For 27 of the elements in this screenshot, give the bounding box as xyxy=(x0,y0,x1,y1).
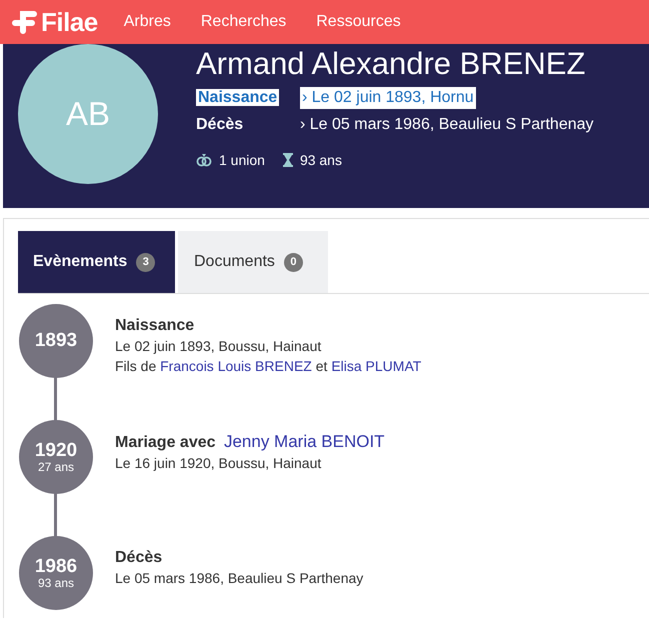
rings-icon xyxy=(196,153,212,167)
event-title: Naissance xyxy=(115,316,196,336)
hourglass-icon xyxy=(282,153,293,167)
fact-value: › Le 02 juin 1893, Hornu xyxy=(300,87,476,109)
count-badge: 0 xyxy=(284,252,303,272)
tab[interactable]: Documents 0 xyxy=(178,231,328,293)
person-link[interactable]: Francois Louis BRENEZ xyxy=(160,358,312,374)
count-badge: 3 xyxy=(136,252,156,272)
person-name: Armand Alexandre BRENEZ xyxy=(196,46,586,82)
person-link[interactable]: Elisa PLUMAT xyxy=(331,358,422,374)
event-detail: Le 16 juin 1920, Boussu, Hainaut xyxy=(115,454,322,473)
event-detail: Le 05 mars 1986, Beaulieu S Parthenay xyxy=(115,569,364,588)
fact-label: Décès xyxy=(196,116,244,133)
stat-text: 93 ans xyxy=(300,152,342,168)
year-circle: 1920 27 ans xyxy=(19,420,93,494)
fact-label: Naissance xyxy=(196,89,280,106)
event-detail: Fils de Francois Louis BRENEZ et Elisa PLUMAT xyxy=(115,357,422,376)
fact-value: › Le 05 mars 1986, Beaulieu S Parthenay xyxy=(300,115,594,135)
event-title: Mariage avec Jenny Maria BENOIT xyxy=(115,432,385,453)
year-circle: 1986 93 ans xyxy=(19,536,93,610)
event-title: Décès xyxy=(115,548,164,568)
stat-text: 1 union xyxy=(219,152,265,168)
tab[interactable]: Evènements 3 xyxy=(18,231,175,293)
person-link[interactable]: Jenny Maria BENOIT xyxy=(224,432,385,451)
event-detail: Le 02 juin 1893, Boussu, Hainaut xyxy=(115,337,322,356)
avatar-initials: AB xyxy=(18,44,158,184)
year-circle: 1893 xyxy=(19,304,93,378)
